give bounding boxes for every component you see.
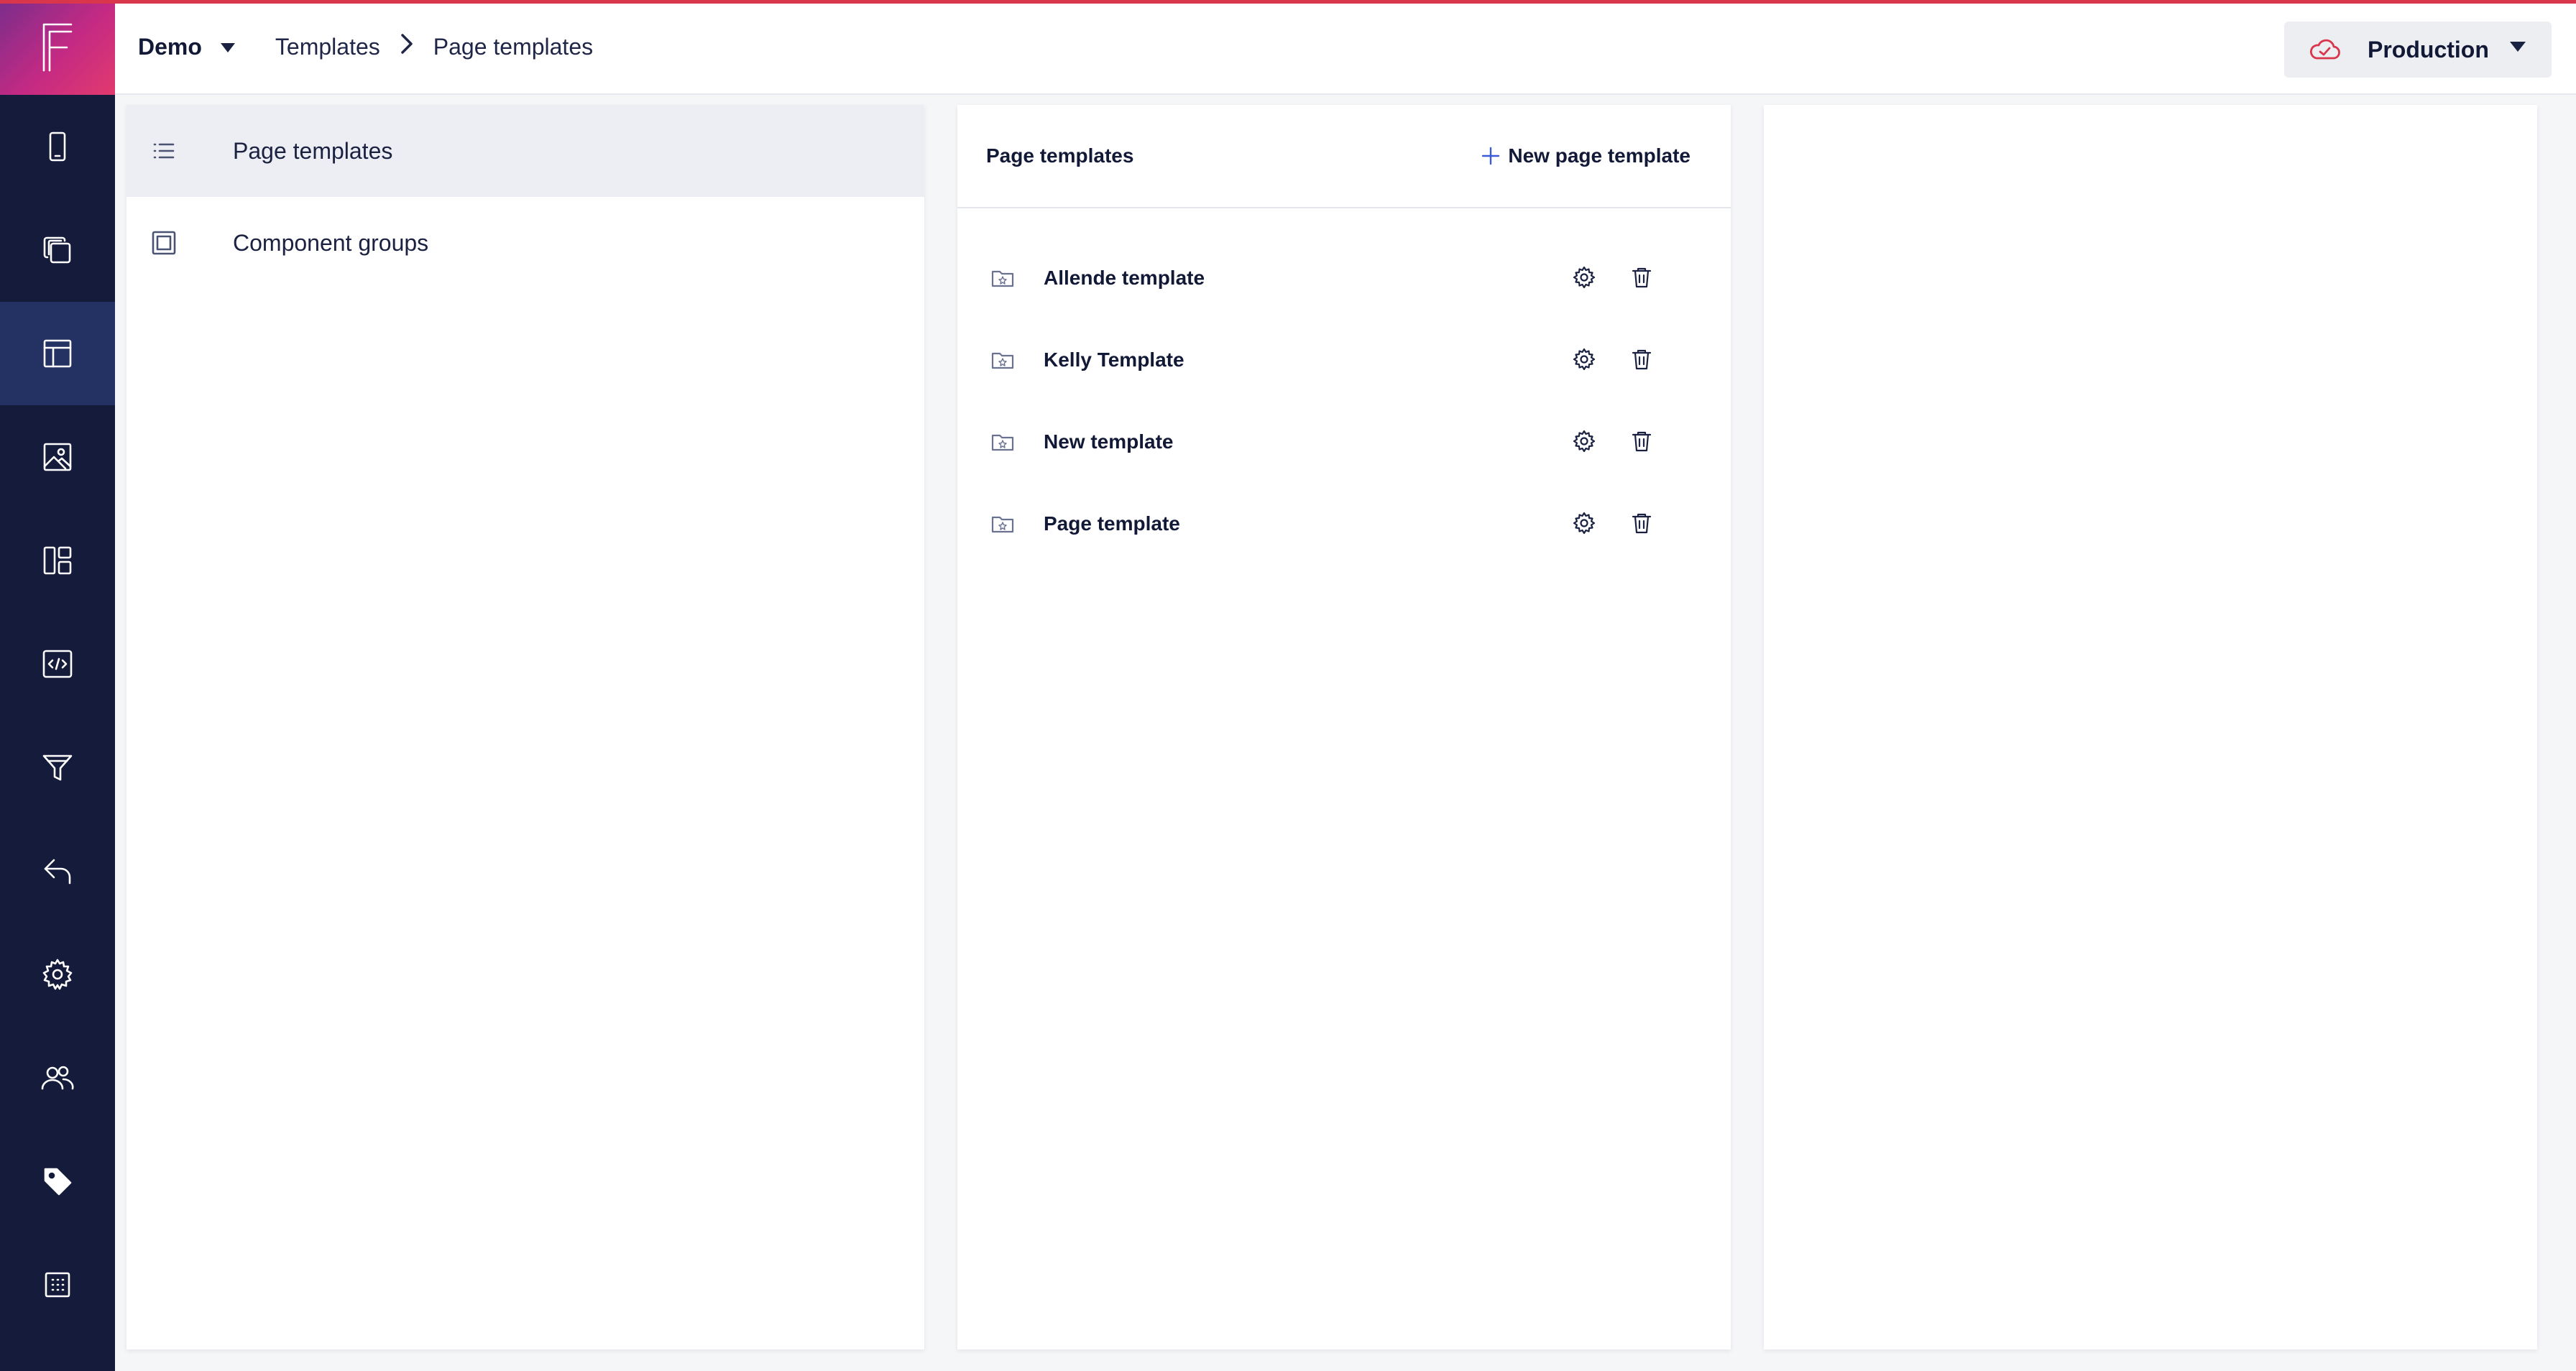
- folder-star-icon: [991, 434, 1014, 451]
- project-switcher[interactable]: Demo: [138, 34, 235, 60]
- trash-icon[interactable]: [1629, 264, 1655, 290]
- reply-icon: [44, 859, 71, 885]
- logo-icon: [42, 23, 73, 72]
- gear-icon[interactable]: [1571, 346, 1597, 372]
- template-row[interactable]: New template: [957, 401, 1731, 483]
- users-icon: [41, 1066, 74, 1090]
- nav-item-component-groups[interactable]: Component groups: [126, 197, 924, 289]
- environment-label: Production: [2368, 36, 2489, 63]
- template-name[interactable]: Kelly Template: [1044, 348, 1184, 371]
- trash-icon[interactable]: [1629, 346, 1655, 372]
- rail-item-grid[interactable]: [0, 1233, 115, 1337]
- trash-icon[interactable]: [1629, 428, 1655, 454]
- image-icon: [43, 443, 72, 471]
- template-name[interactable]: Page template: [1044, 512, 1180, 535]
- folder-star-icon: [991, 270, 1014, 287]
- rail-item-filters[interactable]: [0, 716, 115, 819]
- new-button-label: New page template: [1508, 144, 1690, 167]
- copy-icon: [43, 236, 71, 264]
- rail-item-redirects[interactable]: [0, 819, 115, 923]
- template-name[interactable]: Allende template: [1044, 267, 1205, 290]
- gear-icon[interactable]: [1571, 428, 1597, 454]
- panel-title: Page templates: [986, 144, 1134, 167]
- template-detail-panel: [1764, 105, 2537, 1349]
- gear-icon[interactable]: [1571, 264, 1597, 290]
- rail-item-devices[interactable]: [0, 95, 115, 198]
- nav-item-page-templates[interactable]: Page templates: [126, 105, 924, 197]
- template-row[interactable]: Page template: [957, 483, 1731, 565]
- filter-icon: [42, 754, 73, 781]
- app-logo[interactable]: [0, 0, 115, 95]
- rail-item-templates[interactable]: [0, 302, 115, 405]
- side-rail: [0, 0, 115, 1371]
- new-page-template-button[interactable]: New page template: [1481, 144, 1690, 167]
- cloud-check-icon: [2310, 39, 2340, 60]
- rail-item-dashboard[interactable]: [0, 509, 115, 612]
- gear-icon: [42, 959, 73, 990]
- trash-icon[interactable]: [1629, 510, 1655, 536]
- mobile-icon: [49, 131, 66, 162]
- rail-item-content[interactable]: [0, 198, 115, 302]
- code-icon: [42, 650, 73, 678]
- breadcrumb: Templates Page templates: [275, 32, 593, 61]
- project-name: Demo: [138, 33, 202, 60]
- nav-item-label: Component groups: [233, 229, 429, 256]
- template-row[interactable]: Kelly Template: [957, 319, 1731, 401]
- grid-icon: [45, 1272, 70, 1298]
- dashboard-icon: [43, 546, 72, 575]
- layout-icon: [43, 339, 72, 368]
- plus-icon: [1482, 147, 1500, 165]
- breadcrumb-page-templates: Page templates: [433, 33, 594, 60]
- rail-item-media[interactable]: [0, 405, 115, 509]
- breadcrumb-templates[interactable]: Templates: [275, 34, 380, 60]
- caret-down-icon: [2510, 42, 2526, 52]
- template-row[interactable]: Allende template: [957, 237, 1731, 319]
- environment-switcher[interactable]: Production: [2284, 22, 2552, 78]
- gear-icon[interactable]: [1571, 510, 1597, 536]
- top-header: Demo Templates Page templates Production: [115, 0, 2576, 95]
- square-icon: [151, 230, 177, 256]
- rail-item-settings[interactable]: [0, 923, 115, 1026]
- rail-item-code[interactable]: [0, 612, 115, 716]
- panel-header: Page templates New page template: [957, 105, 1731, 208]
- rail-item-tags[interactable]: [0, 1130, 115, 1233]
- top-accent-bar: [0, 0, 2576, 4]
- folder-star-icon: [991, 352, 1014, 369]
- templates-nav-panel: Page templates Component groups: [126, 105, 924, 1349]
- tag-icon: [44, 1168, 72, 1196]
- template-list: Allende template Kelly Template New temp…: [957, 208, 1731, 565]
- caret-down-icon: [220, 42, 235, 52]
- rail-item-users[interactable]: [0, 1026, 115, 1130]
- template-name[interactable]: New template: [1044, 430, 1174, 453]
- page-templates-panel: Page templates New page template Allende…: [957, 105, 1731, 1349]
- chevron-right-icon: [399, 32, 415, 61]
- nav-item-label: Page templates: [233, 137, 393, 164]
- folder-star-icon: [991, 516, 1014, 533]
- list-icon: [151, 138, 177, 164]
